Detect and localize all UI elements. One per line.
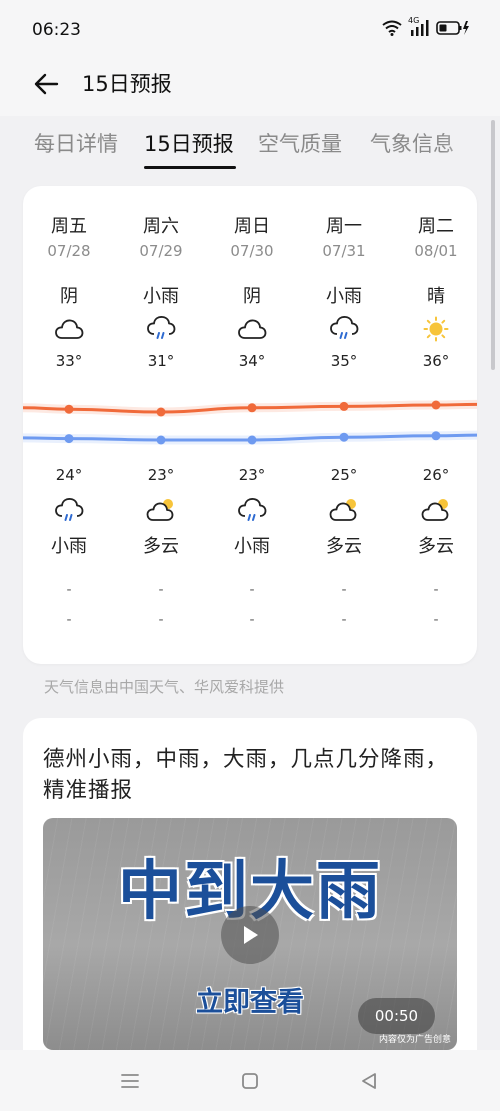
play-icon — [244, 926, 258, 944]
extra-value: - — [341, 612, 347, 628]
partly-cloudy-icon — [421, 498, 451, 524]
status-icons: 4G — [382, 16, 470, 37]
home-icon — [242, 1073, 258, 1089]
day-condition: 阴 — [243, 286, 261, 307]
light-rain-icon — [237, 498, 267, 524]
extra-value: - — [66, 612, 72, 628]
home-button[interactable] — [237, 1068, 263, 1094]
extra-value: - — [158, 582, 164, 598]
day-condition: 阴 — [60, 286, 78, 307]
news-title[interactable]: 德州小雨，中雨，大雨，几点几分降雨，精准播报 — [43, 744, 463, 806]
light-rain-icon — [146, 316, 176, 342]
high-temp: 35° — [330, 352, 358, 370]
extra-value: - — [249, 582, 255, 598]
day-condition: 晴 — [427, 286, 445, 307]
extra-value: - — [433, 582, 439, 598]
night-condition: 多云 — [143, 536, 179, 557]
extra-value: - — [66, 582, 72, 598]
date-label: 07/29 — [139, 242, 183, 260]
weekday-label: 周二 — [418, 216, 454, 237]
data-source-note: 天气信息由中国天气、华风爱科提供 — [44, 678, 285, 696]
date-label: 07/28 — [47, 242, 91, 260]
low-temp-line-point — [156, 435, 166, 445]
extra-value: - — [249, 612, 255, 628]
night-condition: 小雨 — [234, 536, 270, 557]
tab-air-quality[interactable]: 空气质量 — [258, 128, 342, 158]
low-temp-line-point — [431, 431, 441, 441]
navigation-bar — [0, 1050, 500, 1111]
extra-value: - — [341, 582, 347, 598]
back-button[interactable] — [28, 66, 64, 102]
cloudy-icon — [54, 316, 84, 342]
night-condition: 多云 — [326, 536, 362, 557]
high-temp: 34° — [238, 352, 266, 370]
play-button[interactable] — [221, 906, 279, 964]
date-label: 07/30 — [230, 242, 274, 260]
high-temp-line-point — [431, 400, 441, 410]
high-temp: 33° — [55, 352, 83, 370]
news-card[interactable]: 德州小雨，中雨，大雨，几点几分降雨，精准播报 中到大雨 立即查看 00:50 内… — [23, 718, 477, 1078]
status-time: 06:23 — [32, 20, 81, 40]
video-player[interactable]: 中到大雨 立即查看 00:50 内容仅为广告创意 — [43, 818, 457, 1050]
signal-icon: 4G — [408, 16, 430, 37]
low-temp-line-point — [247, 435, 257, 445]
tab-daily-details[interactable]: 每日详情 — [34, 128, 118, 158]
light-rain-icon — [329, 316, 359, 342]
cloudy-icon — [237, 316, 267, 342]
weekday-label: 周一 — [326, 216, 362, 237]
low-temp-line-point — [64, 434, 74, 444]
battery-charging-icon — [436, 21, 469, 35]
day-condition: 小雨 — [326, 286, 362, 307]
weekday-label: 周日 — [234, 216, 270, 237]
high-temp: 36° — [422, 352, 450, 370]
menu-icon — [121, 1074, 139, 1088]
header: 15日预报 — [0, 56, 500, 116]
recent-apps-button[interactable] — [117, 1068, 143, 1094]
weekday-label: 周六 — [143, 216, 179, 237]
back-triangle-icon — [362, 1073, 376, 1089]
high-temp-line-point — [156, 407, 166, 417]
system-back-button[interactable] — [356, 1068, 382, 1094]
temperature-trend-chart — [23, 399, 477, 445]
night-condition: 多云 — [418, 536, 454, 557]
date-label: 08/01 — [414, 242, 458, 260]
high-temp-line-point — [339, 401, 349, 411]
high-temp: 31° — [147, 352, 175, 370]
weekday-label: 周五 — [51, 216, 87, 237]
extra-value: - — [158, 612, 164, 628]
high-temp-line-point — [64, 404, 74, 414]
high-temp-line-point — [247, 403, 257, 413]
partly-cloudy-icon — [146, 498, 176, 524]
night-condition: 小雨 — [51, 536, 87, 557]
tab-15-day-forecast[interactable]: 15日预报 — [144, 128, 234, 158]
ad-disclaimer: 内容仅为广告创意 — [378, 1035, 451, 1045]
extra-value: - — [433, 612, 439, 628]
tab-bar: 每日详情 15日预报 空气质量 气象信息 — [0, 116, 500, 174]
status-bar: 06:23 4G — [0, 0, 500, 60]
arrow-left-icon — [34, 73, 59, 95]
page-title: 15日预报 — [82, 72, 172, 96]
sunny-icon — [421, 316, 451, 342]
video-duration: 00:50 — [358, 998, 435, 1034]
low-temp-line-point — [339, 432, 349, 442]
date-label: 07/31 — [322, 242, 366, 260]
active-tab-indicator — [144, 166, 236, 169]
light-rain-icon — [54, 498, 84, 524]
partly-cloudy-icon — [329, 498, 359, 524]
scrollbar[interactable] — [491, 120, 495, 370]
wifi-icon — [382, 20, 402, 36]
day-condition: 小雨 — [143, 286, 179, 307]
